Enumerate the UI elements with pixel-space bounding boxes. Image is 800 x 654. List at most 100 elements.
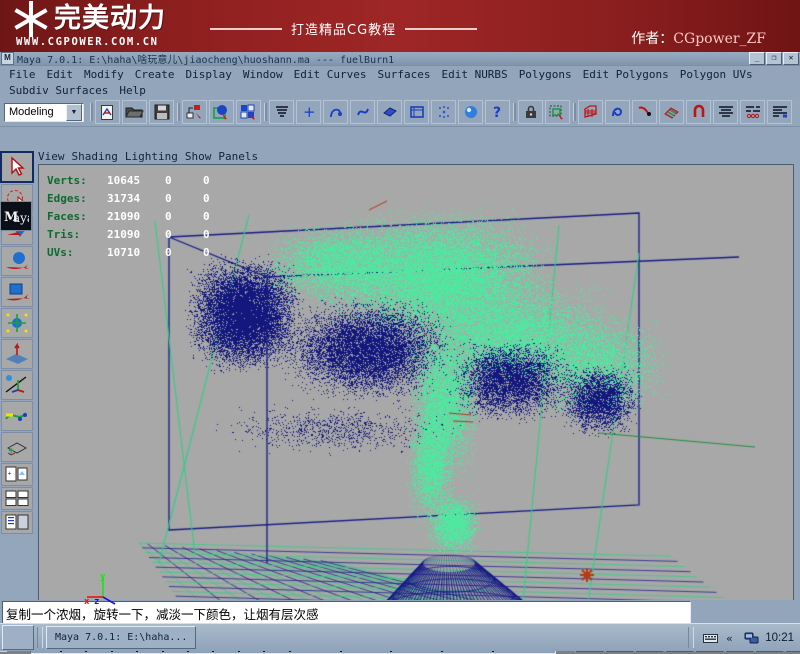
menu-item-modify[interactable]: Modify [79, 67, 130, 82]
toolbar-divider-4 [511, 102, 517, 122]
panel-menu-lighting[interactable]: Lighting [125, 150, 185, 163]
menu-item-edit-nurbs[interactable]: Edit NURBS [436, 67, 513, 82]
svg-text:y: y [100, 572, 106, 582]
animation-preferences-icon[interactable] [713, 100, 738, 124]
menu-item-help[interactable]: Help [114, 83, 152, 98]
scale-tool[interactable] [1, 308, 33, 338]
axis-orientation-indicator: x y z [84, 572, 116, 605]
hud-edges-total: 31734 [107, 191, 141, 205]
window-titlebar[interactable]: M Maya 7.0.1: E:\haha\啥玩意儿\jiaocheng\huo… [0, 52, 800, 66]
snap-to-curves-icon[interactable]: + [296, 100, 321, 124]
screen: 完美动力 WWW.CGPOWER.COM.CN 打造精品CG教程 作者：CGpo… [0, 0, 800, 654]
start-button[interactable] [2, 625, 34, 650]
hud-row-faces: Faces: 21090 0 0 [47, 207, 210, 225]
panel-menu-view[interactable]: View [38, 150, 72, 163]
hypershade-icon[interactable] [659, 100, 684, 124]
minimize-button[interactable]: _ [749, 52, 765, 65]
panel-menu-panels[interactable]: Panels [218, 150, 265, 163]
hud-faces-c2: 0 [165, 209, 172, 223]
menu-item-display[interactable]: Display [181, 67, 238, 82]
menu-item-surfaces[interactable]: Surfaces [372, 67, 436, 82]
menu-item-create[interactable]: Create [130, 67, 181, 82]
brand-logo: 完美动力 [14, 1, 166, 37]
attribute-editor-icon[interactable] [767, 100, 792, 124]
lock-icon[interactable] [518, 100, 543, 124]
render-icon[interactable] [458, 100, 483, 124]
single-perspective-layout[interactable]: + [1, 463, 33, 486]
hud-label-verts: Verts: [47, 173, 87, 187]
hud-row-edges: Edges: 31734 0 0 [47, 189, 210, 207]
construction-history-icon[interactable] [431, 100, 456, 124]
chevron-down-icon[interactable]: ▼ [66, 103, 82, 121]
hud-tris-total: 21090 [107, 227, 141, 241]
hud-uvs-total: 10710 [107, 245, 141, 259]
show-hidden-icons-icon[interactable]: « [723, 630, 739, 645]
snap-to-planes-icon[interactable] [350, 100, 375, 124]
promo-banner: 完美动力 WWW.CGPOWER.COM.CN 打造精品CG教程 作者：CGpo… [0, 0, 800, 52]
menu-item-polygons[interactable]: Polygons [514, 67, 578, 82]
window-controls: _ ❐ ✕ [749, 52, 799, 65]
hud-faces-total: 21090 [107, 209, 141, 223]
snap-to-live-icon[interactable] [404, 100, 429, 124]
move-tool[interactable] [1, 246, 33, 276]
menu-item-edit-curves[interactable]: Edit Curves [289, 67, 373, 82]
network-icon[interactable] [744, 630, 760, 645]
hud-row-tris: Tris: 21090 0 0 [47, 225, 210, 243]
render-view-icon[interactable] [686, 100, 711, 124]
keyboard-layout-icon[interactable] [702, 630, 718, 645]
toolbar-divider-5 [571, 102, 577, 122]
persp-outliner-layout[interactable] [1, 511, 33, 534]
panel-menu-shading[interactable]: Shading [72, 150, 125, 163]
render-current-frame-icon[interactable] [578, 100, 603, 124]
main-area: + Maya View Shading Lighting Show Panels [0, 149, 800, 621]
taskbar-item-maya[interactable]: Maya 7.0.1: E:\haha... [46, 626, 197, 649]
general-preferences-icon[interactable] [740, 100, 765, 124]
svg-text:«: « [726, 632, 733, 644]
toolbar-divider-2 [175, 102, 181, 122]
banner-author: 作者：CGpower_ZF [631, 28, 766, 48]
select-by-component-icon[interactable] [236, 100, 261, 124]
show-manipulator-tool[interactable] [1, 401, 33, 431]
menu-item-file[interactable]: File [4, 67, 42, 82]
system-tray: « 10:21 [685, 627, 800, 649]
hud-row-uvs: UVs: 10710 0 0 [47, 243, 210, 261]
hud-label-edges: Edges: [47, 191, 87, 205]
select-by-hierarchy-icon[interactable] [182, 100, 207, 124]
last-tool-used[interactable] [1, 432, 33, 462]
restore-button[interactable]: ❐ [766, 52, 782, 65]
four-view-layout[interactable] [1, 487, 33, 510]
help-icon[interactable]: ? [485, 100, 510, 124]
menu-item-window[interactable]: Window [238, 67, 289, 82]
svg-text:?: ? [493, 105, 501, 120]
menu-item-polygon-uvs[interactable]: Polygon UVs [675, 67, 759, 82]
brand-url: WWW.CGPOWER.COM.CN [16, 36, 159, 48]
menu-set-selector[interactable]: Modeling ▼ [4, 102, 84, 122]
rotate-tool[interactable] [1, 277, 33, 307]
perspective-viewport[interactable]: Verts: 10645 0 0 Edges: 31734 0 0 Faces:… [38, 164, 794, 618]
menu-item-edit[interactable]: Edit [42, 67, 80, 82]
snap-to-view-planes-icon[interactable] [377, 100, 402, 124]
select-by-object-icon[interactable] [209, 100, 234, 124]
panel-menu-show[interactable]: Show [185, 150, 219, 163]
render-globals-icon[interactable] [632, 100, 657, 124]
menu-item-edit-polygons[interactable]: Edit Polygons [578, 67, 675, 82]
open-scene-icon[interactable] [122, 100, 147, 124]
select-tool[interactable] [0, 151, 34, 183]
snap-to-grids-icon[interactable] [269, 100, 294, 124]
ipr-render-icon[interactable] [605, 100, 630, 124]
hud-faces-c3: 0 [203, 209, 210, 223]
highlight-selection-icon[interactable] [545, 100, 570, 124]
new-scene-icon[interactable] [95, 100, 120, 124]
save-scene-icon[interactable] [149, 100, 174, 124]
menu-item-subdiv-surfaces[interactable]: Subdiv Surfaces [4, 83, 114, 98]
snap-to-points-icon[interactable] [323, 100, 348, 124]
hud-row-verts: Verts: 10645 0 0 [47, 171, 210, 189]
hud-edges-c2: 0 [165, 191, 172, 205]
close-button[interactable]: ✕ [783, 52, 799, 65]
banner-author-name: CGpower_ZF [673, 31, 766, 47]
brand-logo-text: 完美动力 [54, 3, 166, 34]
soft-modification-tool[interactable] [1, 370, 33, 400]
status-line-toolbar: Modeling ▼ + ? [0, 98, 800, 127]
universal-manipulator-tool[interactable] [1, 339, 33, 369]
asterisk-star-icon [14, 1, 48, 37]
